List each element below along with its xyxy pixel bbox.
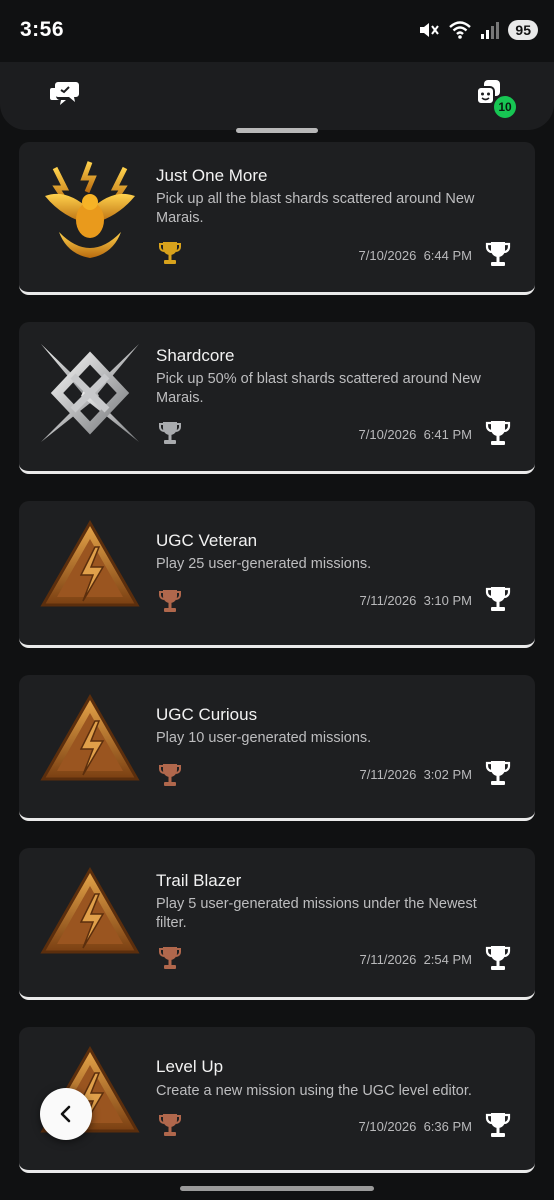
- silver-trophy-icon: [159, 422, 181, 444]
- trophy-icon: [485, 421, 511, 445]
- bronze-trophy-icon: [159, 764, 181, 786]
- bronze-lightning-triangle: [40, 519, 140, 607]
- earned-date-time: 3:02 PM: [423, 767, 472, 782]
- earned-date-time: 6:44 PM: [423, 248, 472, 263]
- back-button[interactable]: [40, 1088, 92, 1140]
- status-time: 3:56: [20, 18, 65, 41]
- earned-date-day: 7/11/2026: [359, 952, 417, 967]
- battery-indicator: 95: [508, 20, 538, 40]
- trophy-card[interactable]: Trail Blazer Play 5 user-generated missi…: [19, 848, 535, 1000]
- chevron-left-icon: [60, 1105, 71, 1123]
- earned-date: 7/11/2026 3:10 PM: [359, 593, 472, 608]
- wifi-icon: [449, 21, 472, 39]
- trophy-list: Just One More Pick up all the blast shar…: [19, 142, 535, 1200]
- trophy-title: Trail Blazer: [156, 871, 242, 890]
- earned-date: 7/11/2026 3:02 PM: [359, 767, 472, 782]
- app-header: 10: [0, 62, 554, 130]
- trophy-icon: [485, 587, 511, 611]
- trophy-icon: [485, 761, 511, 785]
- trophy-title: Shardcore: [156, 346, 235, 365]
- trophy-icon: [485, 242, 511, 266]
- trophy-icon: [485, 946, 511, 970]
- signal-icon: [481, 22, 500, 39]
- trophy-description: Play 10 user-generated missions.: [156, 730, 372, 746]
- home-indicator[interactable]: [180, 1186, 374, 1191]
- trophy-description: Pick up all the blast shards scattered a…: [156, 191, 475, 226]
- earned-date: 7/10/2026 6:36 PM: [359, 1119, 473, 1134]
- trophy-card[interactable]: Just One More Pick up all the blast shar…: [19, 142, 535, 295]
- status-icons: 95: [418, 20, 538, 40]
- bronze-lightning-triangle: [40, 866, 140, 954]
- friends-button[interactable]: 10: [472, 76, 518, 120]
- trophy-title: Level Up: [156, 1057, 224, 1076]
- earned-date: 7/10/2026 6:41 PM: [359, 427, 473, 442]
- earned-date: 7/11/2026 2:54 PM: [359, 952, 472, 967]
- trophy-description: Pick up 50% of blast shards scattered ar…: [156, 371, 481, 406]
- trophy-card[interactable]: Level Up Create a new mission using the …: [19, 1027, 535, 1173]
- trophy-title: UGC Curious: [156, 705, 258, 724]
- trophy-card[interactable]: Shardcore Pick up 50% of blast shards sc…: [19, 322, 535, 474]
- earned-date-day: 7/11/2026: [359, 593, 417, 608]
- drag-handle[interactable]: [236, 128, 318, 133]
- chat-bubbles-icon: [50, 82, 79, 105]
- gold-eagle-emblem: [45, 161, 135, 258]
- earned-date-time: 6:36 PM: [423, 1119, 472, 1134]
- notification-badge: 10: [492, 94, 518, 120]
- trophy-title: UGC Veteran: [156, 531, 258, 550]
- bronze-trophy-icon: [159, 590, 181, 612]
- earned-date-time: 3:10 PM: [423, 593, 472, 608]
- earned-date-day: 7/10/2026: [358, 248, 417, 263]
- gold-trophy-icon: [159, 242, 181, 264]
- trophy-description: Create a new mission using the UGC level…: [156, 1083, 472, 1099]
- trophy-title: Just One More: [156, 166, 268, 185]
- trophy-description: Play 5 user-generated missions under the…: [156, 896, 477, 931]
- trophy-card[interactable]: UGC Curious Play 10 user-generated missi…: [19, 675, 535, 821]
- earned-date-time: 6:41 PM: [423, 427, 472, 442]
- silver-shard-emblem: [41, 344, 139, 442]
- bronze-trophy-icon: [159, 947, 181, 969]
- earned-date-day: 7/11/2026: [359, 767, 417, 782]
- chat-button[interactable]: [48, 76, 82, 115]
- earned-date: 7/10/2026 6:44 PM: [359, 248, 473, 263]
- trophy-card[interactable]: UGC Veteran Play 25 user-generated missi…: [19, 501, 535, 648]
- status-bar: 3:56 95: [0, 0, 554, 62]
- mute-icon: [420, 23, 440, 37]
- trophy-description: Play 25 user-generated missions.: [156, 556, 372, 572]
- bronze-trophy-icon: [159, 1114, 181, 1136]
- trophy-icon: [485, 1113, 511, 1137]
- bronze-lightning-triangle: [40, 693, 140, 781]
- earned-date-day: 7/10/2026: [358, 1119, 417, 1134]
- earned-date-time: 2:54 PM: [423, 952, 472, 967]
- earned-date-day: 7/10/2026: [358, 427, 417, 442]
